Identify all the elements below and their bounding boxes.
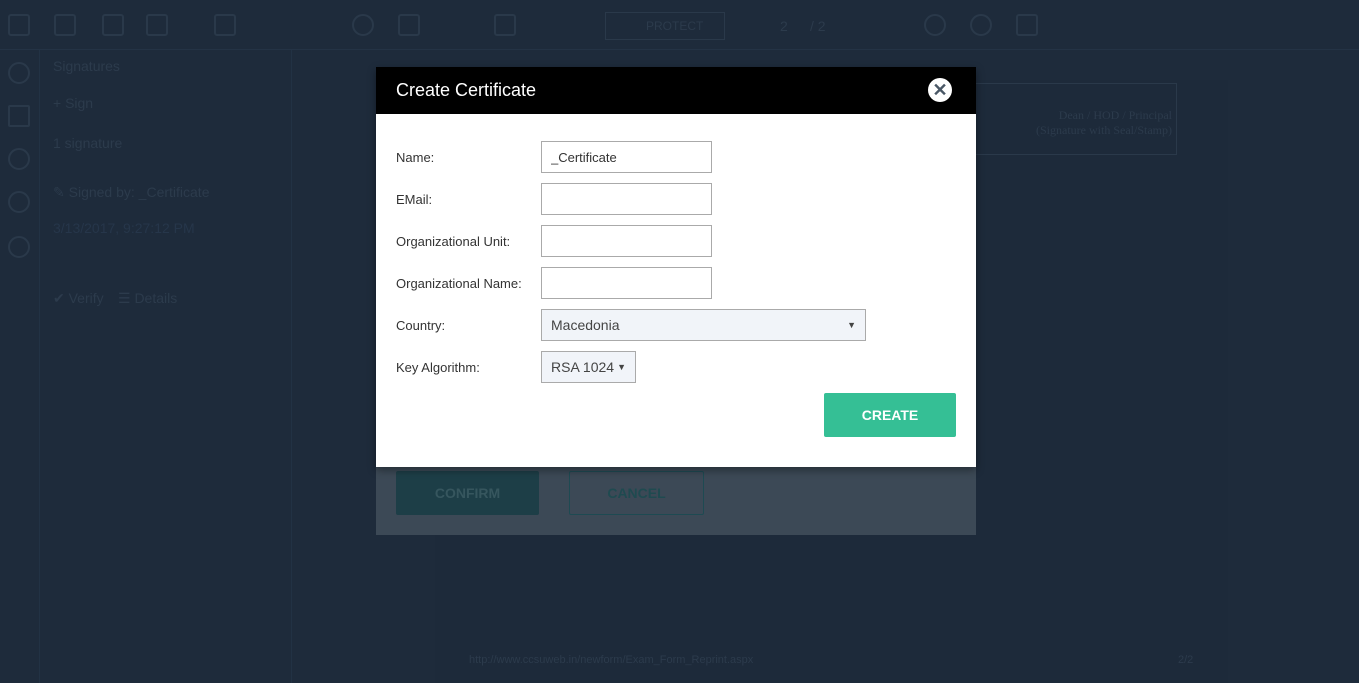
sign-button[interactable]: + Sign xyxy=(53,95,93,111)
chevron-down-icon: ▼ xyxy=(847,320,856,330)
panel-title: Signatures xyxy=(53,58,120,74)
verify-button[interactable]: ✔ Verify xyxy=(53,290,104,307)
country-label: Country: xyxy=(396,317,446,333)
search-icon[interactable] xyxy=(8,62,30,84)
sig-line-2: (Signature with Seal/Stamp) xyxy=(1036,123,1172,137)
email-icon[interactable] xyxy=(146,14,168,36)
close-icon[interactable]: ✕ xyxy=(928,78,952,102)
signature-count: 1 signature xyxy=(53,135,123,151)
print-icon[interactable] xyxy=(102,14,124,36)
comment-icon[interactable] xyxy=(352,14,374,36)
document-menu-icon[interactable] xyxy=(1016,14,1038,36)
country-value: Macedonia xyxy=(551,317,620,333)
name-input[interactable] xyxy=(541,141,712,173)
signed-date: 3/13/2017, 9:27:12 PM xyxy=(53,220,195,236)
open-icon[interactable] xyxy=(8,14,30,36)
org-name-label: Organizational Name: xyxy=(396,275,522,291)
save-icon[interactable] xyxy=(54,14,76,36)
edit-icon[interactable] xyxy=(494,14,516,36)
org-name-input[interactable] xyxy=(541,267,712,299)
email-input[interactable] xyxy=(541,183,712,215)
signatures-panel: Signatures + Sign 1 signature ✎ Signed b… xyxy=(40,50,292,683)
bookmark-icon[interactable] xyxy=(8,105,30,127)
comments-icon[interactable] xyxy=(8,148,30,170)
attachment-icon[interactable] xyxy=(8,191,30,213)
rectangle-icon[interactable] xyxy=(398,14,420,36)
country-select[interactable]: Macedonia ▼ xyxy=(541,309,866,341)
create-certificate-dialog: Create Certificate ✕ Name: EMail: Organi… xyxy=(376,67,976,467)
cancel-button[interactable]: CANCEL xyxy=(569,471,704,515)
chevron-down-icon: ▼ xyxy=(617,362,626,372)
page-number[interactable]: 2 xyxy=(780,18,788,34)
protect-button[interactable]: PROTECT xyxy=(605,12,725,40)
name-label: Name: xyxy=(396,149,435,165)
dialog-title: Create Certificate xyxy=(396,80,537,100)
key-algorithm-value: RSA 1024 xyxy=(551,359,615,375)
signed-by[interactable]: ✎ Signed by: _Certificate xyxy=(53,184,209,201)
pointer-icon[interactable] xyxy=(214,14,236,36)
left-sidebar xyxy=(0,50,40,683)
zoom-in-icon[interactable] xyxy=(924,14,946,36)
toolbar: PROTECT 2 / 2 xyxy=(0,0,1359,50)
details-button[interactable]: ☰ Details xyxy=(118,290,177,307)
email-label: EMail: xyxy=(396,191,433,207)
key-algorithm-select[interactable]: RSA 1024 ▼ xyxy=(541,351,636,383)
dialog-header: Create Certificate ✕ xyxy=(376,67,976,114)
key-algorithm-label: Key Algorithm: xyxy=(396,359,480,375)
signature-pen-icon[interactable] xyxy=(8,236,30,258)
confirm-button[interactable]: CONFIRM xyxy=(396,471,539,515)
page-total: / 2 xyxy=(810,18,826,34)
org-unit-input[interactable] xyxy=(541,225,712,257)
org-unit-label: Organizational Unit: xyxy=(396,233,511,249)
sig-line-1: Dean / HOD / Principal xyxy=(1058,108,1172,122)
footer-url: http://www.ccsuweb.in/newform/Exam_Form_… xyxy=(469,654,754,666)
create-button[interactable]: CREATE xyxy=(824,393,956,437)
signature-box: Dean / HOD / Principal (Signature with S… xyxy=(950,83,1177,155)
footer-page: 2/2 xyxy=(1178,654,1194,666)
zoom-out-icon[interactable] xyxy=(970,14,992,36)
